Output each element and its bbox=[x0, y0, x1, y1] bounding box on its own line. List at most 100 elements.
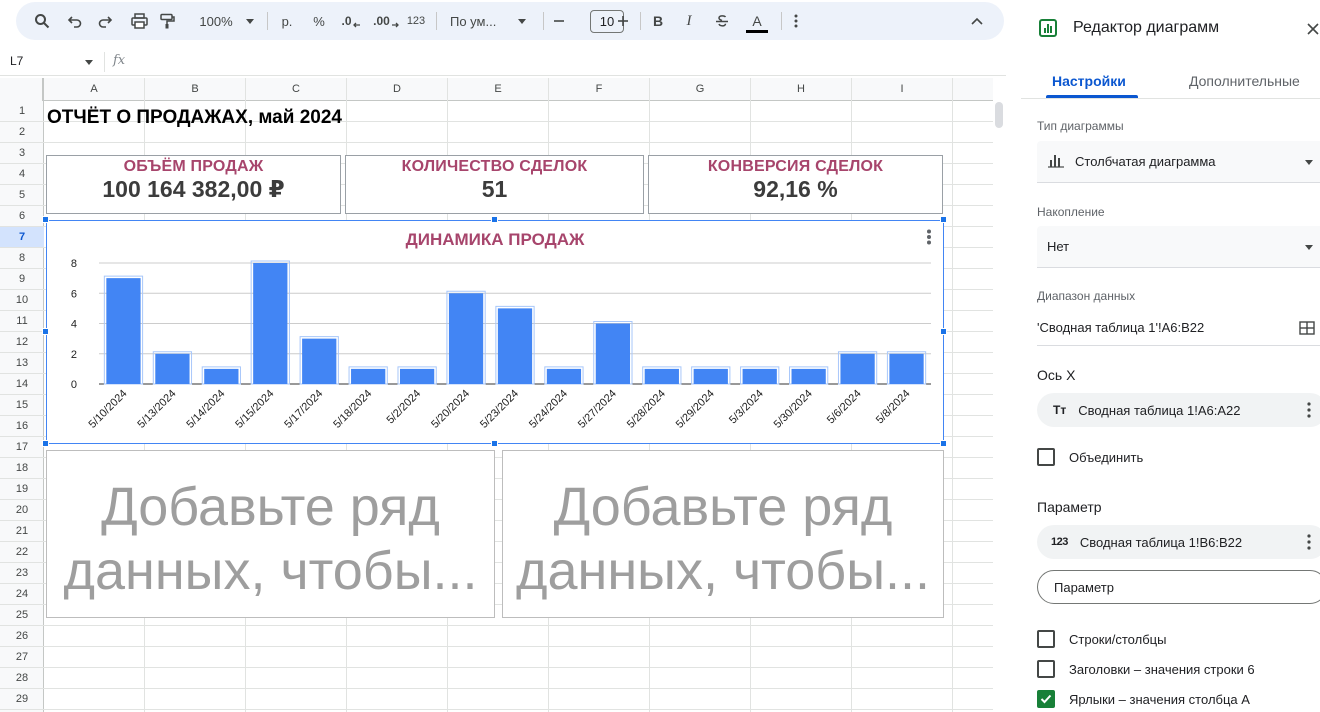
switch-rows-columns-checkbox[interactable] bbox=[1037, 630, 1055, 648]
kpi-conversion[interactable]: КОНВЕРСИЯ СДЕЛОК 92,16 % bbox=[648, 155, 943, 214]
series-range-chip[interactable]: 123 Сводная таблица 1!B6:B22 bbox=[1037, 525, 1320, 559]
row-header-3[interactable]: 3 bbox=[0, 143, 44, 164]
x-axis-range-chip[interactable]: Тт Сводная таблица 1!A6:A22 bbox=[1037, 393, 1320, 427]
row-header-11[interactable]: 11 bbox=[0, 311, 44, 332]
row-header-28[interactable]: 28 bbox=[0, 668, 44, 689]
row-header-27[interactable]: 27 bbox=[0, 647, 44, 668]
row-header-10[interactable]: 10 bbox=[0, 290, 44, 311]
report-title[interactable]: ОТЧЁТ О ПРОДАЖАХ, май 2024 bbox=[47, 107, 342, 129]
chevron-down-icon[interactable] bbox=[516, 2, 528, 40]
chevron-up-icon[interactable] bbox=[969, 2, 985, 40]
row-header-24[interactable]: 24 bbox=[0, 584, 44, 605]
row-header-13[interactable]: 13 bbox=[0, 353, 44, 374]
zoom-select[interactable]: 100% bbox=[192, 2, 240, 40]
use-labels-checkbox[interactable] bbox=[1037, 690, 1055, 708]
undo-icon[interactable] bbox=[65, 2, 85, 40]
percent-format-button[interactable]: % bbox=[309, 2, 329, 40]
row-header-8[interactable]: 8 bbox=[0, 248, 44, 269]
resize-handle[interactable] bbox=[42, 216, 49, 223]
row-header-4[interactable]: 4 bbox=[0, 164, 44, 185]
chart-type-select[interactable]: Столбчатая диаграмма bbox=[1037, 141, 1320, 183]
row-header-15[interactable]: 15 bbox=[0, 395, 44, 416]
column-header-g[interactable]: G bbox=[650, 78, 751, 101]
resize-handle[interactable] bbox=[940, 216, 947, 223]
resize-handle[interactable] bbox=[491, 216, 498, 223]
row-header-18[interactable]: 18 bbox=[0, 458, 44, 479]
tab-customize[interactable]: Дополнительные bbox=[1189, 73, 1300, 89]
close-icon[interactable] bbox=[1307, 22, 1319, 40]
sales-dynamics-chart[interactable]: ДИНАМИКА ПРОДАЖ 0 2 4 6 8 5/10/2024 5/13/2024 5… bbox=[46, 220, 944, 444]
name-box[interactable]: L7 bbox=[10, 54, 23, 68]
decrease-decimal-button[interactable]: .0 bbox=[338, 2, 364, 40]
search-icon[interactable] bbox=[32, 2, 52, 40]
vertical-scrollbar[interactable] bbox=[995, 102, 1003, 128]
row-header-16[interactable]: 16 bbox=[0, 416, 44, 437]
row-header-19[interactable]: 19 bbox=[0, 479, 44, 500]
resize-handle[interactable] bbox=[42, 440, 49, 447]
row-header-14[interactable]: 14 bbox=[0, 374, 44, 395]
empty-chart-placeholder[interactable]: Добавьте ряд данных, чтобы... bbox=[502, 450, 944, 618]
plus-icon[interactable] bbox=[616, 2, 630, 40]
column-header-e[interactable]: E bbox=[448, 78, 549, 101]
row-header-21[interactable]: 21 bbox=[0, 521, 44, 542]
resize-handle[interactable] bbox=[940, 328, 947, 335]
print-icon[interactable] bbox=[129, 2, 149, 40]
more-formats-button[interactable]: 123 bbox=[404, 2, 428, 40]
data-range-input[interactable]: 'Сводная таблица 1'!A6:B22 bbox=[1037, 312, 1320, 346]
row-header-22[interactable]: 22 bbox=[0, 542, 44, 563]
chevron-down-icon[interactable] bbox=[85, 60, 93, 65]
bar bbox=[546, 368, 582, 384]
column-header-h[interactable]: H bbox=[751, 78, 852, 101]
add-series-button[interactable]: Параметр bbox=[1037, 570, 1320, 604]
paint-format-icon[interactable] bbox=[157, 2, 177, 40]
kpi-sales-volume[interactable]: ОБЪЁМ ПРОДАЖ 100 164 382,00 ₽ bbox=[46, 155, 341, 214]
empty-chart-placeholder[interactable]: Добавьте ряд данных, чтобы... bbox=[46, 450, 495, 618]
bold-button[interactable]: B bbox=[650, 2, 666, 40]
row-header-5[interactable]: 5 bbox=[0, 185, 44, 206]
strikethrough-icon[interactable] bbox=[712, 2, 732, 40]
minus-icon[interactable] bbox=[552, 2, 566, 40]
resize-handle[interactable] bbox=[940, 440, 947, 447]
use-headers-checkbox[interactable] bbox=[1037, 660, 1055, 678]
font-select[interactable]: По ум... bbox=[450, 2, 512, 40]
resize-handle[interactable] bbox=[42, 328, 49, 335]
more-vert-icon[interactable] bbox=[1307, 534, 1311, 553]
text-color-button[interactable]: A bbox=[744, 2, 770, 40]
row-header-29[interactable]: 29 bbox=[0, 689, 44, 710]
kpi-deal-count[interactable]: КОЛИЧЕСТВО СДЕЛОК 51 bbox=[345, 155, 644, 214]
column-header-f[interactable]: F bbox=[549, 78, 650, 101]
row-header-23[interactable]: 23 bbox=[0, 563, 44, 584]
column-header-c[interactable]: C bbox=[246, 78, 347, 101]
switch-rows-columns-row[interactable]: Строки/столбцы bbox=[1037, 629, 1166, 649]
row-header-26[interactable]: 26 bbox=[0, 626, 44, 647]
row-header-25[interactable]: 25 bbox=[0, 605, 44, 626]
grid-select-icon[interactable] bbox=[1299, 321, 1315, 338]
column-header-d[interactable]: D bbox=[347, 78, 448, 101]
column-header-i[interactable]: I bbox=[852, 78, 953, 101]
more-vert-icon[interactable] bbox=[1307, 402, 1311, 421]
row-header-6[interactable]: 6 bbox=[0, 206, 44, 227]
row-header-17[interactable]: 17 bbox=[0, 437, 44, 458]
use-labels-row[interactable]: Ярлыки – значения столбца A bbox=[1037, 689, 1250, 709]
increase-decimal-button[interactable]: .00 bbox=[371, 2, 401, 40]
redo-icon[interactable] bbox=[95, 2, 115, 40]
row-header-12[interactable]: 12 bbox=[0, 332, 44, 353]
row-header-20[interactable]: 20 bbox=[0, 500, 44, 521]
column-header-b[interactable]: B bbox=[145, 78, 246, 101]
currency-format-button[interactable]: р. bbox=[276, 2, 298, 40]
row-header-1[interactable]: 1 bbox=[0, 101, 44, 122]
tab-setup[interactable]: Настройки bbox=[1052, 73, 1126, 89]
aggregate-checkbox-row[interactable]: Объединить bbox=[1037, 447, 1143, 467]
chevron-down-icon[interactable] bbox=[244, 2, 256, 40]
row-header-2[interactable]: 2 bbox=[0, 122, 44, 143]
row-header-9[interactable]: 9 bbox=[0, 269, 44, 290]
stacking-select[interactable]: Нет bbox=[1037, 226, 1320, 268]
row-header-7[interactable]: 7 bbox=[0, 227, 44, 248]
column-header-a[interactable]: A bbox=[44, 78, 145, 101]
use-headers-row[interactable]: Заголовки – значения строки 6 bbox=[1037, 659, 1255, 679]
select-all-corner[interactable] bbox=[0, 78, 44, 101]
aggregate-checkbox[interactable] bbox=[1037, 448, 1055, 466]
resize-handle[interactable] bbox=[491, 440, 498, 447]
more-vert-icon[interactable] bbox=[789, 2, 803, 40]
italic-button[interactable]: I bbox=[681, 2, 697, 40]
